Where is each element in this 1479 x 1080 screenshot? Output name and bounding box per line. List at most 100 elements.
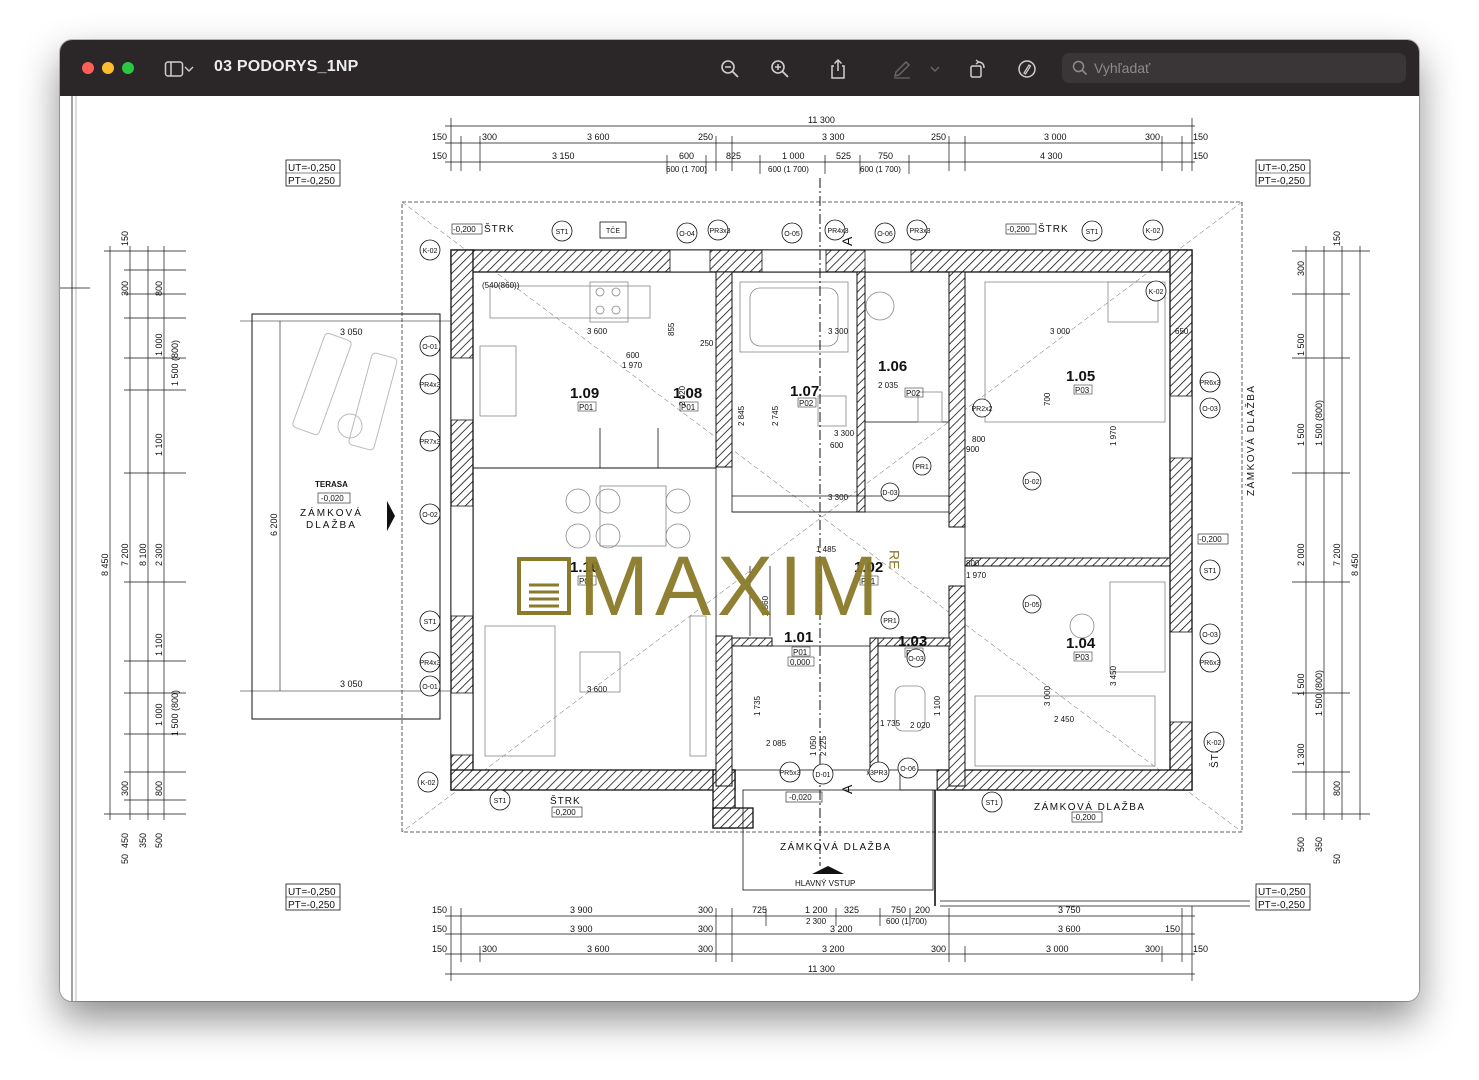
search-icon bbox=[1072, 60, 1088, 76]
svg-text:325: 325 bbox=[844, 905, 859, 915]
svg-text:O-02: O-02 bbox=[422, 512, 438, 519]
svg-text:150: 150 bbox=[1193, 132, 1208, 142]
svg-text:150: 150 bbox=[432, 905, 447, 915]
svg-text:ZÁMKOVÁ: ZÁMKOVÁ bbox=[300, 506, 363, 519]
maxim-logo-icon bbox=[517, 557, 571, 615]
svg-text:(540(860)): (540(860)) bbox=[482, 281, 520, 290]
close-window-button[interactable] bbox=[82, 62, 94, 74]
chevron-down-icon[interactable] bbox=[928, 56, 942, 82]
share-icon[interactable] bbox=[825, 56, 851, 82]
svg-text:600: 600 bbox=[679, 151, 694, 161]
svg-text:3 600: 3 600 bbox=[587, 685, 608, 694]
svg-text:150: 150 bbox=[1332, 231, 1342, 246]
zoom-window-button[interactable] bbox=[122, 62, 134, 74]
svg-text:2 450: 2 450 bbox=[1054, 715, 1075, 724]
svg-text:700: 700 bbox=[1043, 392, 1052, 406]
svg-text:1 100: 1 100 bbox=[154, 433, 164, 456]
svg-text:PR7x3: PR7x3 bbox=[419, 439, 440, 446]
svg-text:UT=-0,250: UT=-0,250 bbox=[288, 887, 336, 898]
svg-text:PR3x3: PR3x3 bbox=[909, 228, 930, 235]
svg-text:-0,200: -0,200 bbox=[453, 225, 476, 234]
svg-text:825: 825 bbox=[726, 151, 741, 161]
svg-text:350: 350 bbox=[1314, 837, 1324, 852]
svg-text:P01: P01 bbox=[793, 648, 808, 657]
svg-text:800: 800 bbox=[966, 559, 980, 568]
svg-text:PT=-0,250: PT=-0,250 bbox=[1258, 176, 1305, 187]
svg-text:O-04: O-04 bbox=[679, 231, 695, 238]
svg-text:2 845: 2 845 bbox=[737, 405, 746, 426]
bottom-dim-rows: 150 3 900 300 725 1 200 325 750 200 3 75… bbox=[432, 905, 1208, 974]
svg-text:1 735: 1 735 bbox=[753, 695, 762, 716]
svg-text:3 600: 3 600 bbox=[587, 132, 610, 142]
preview-window: 03 PODORYS_1NP Vyhľadať UT=-0,250 PT=-0,… bbox=[60, 40, 1419, 1001]
svg-text:-0,200: -0,200 bbox=[1073, 813, 1096, 822]
annotate-icon[interactable] bbox=[1014, 56, 1040, 82]
svg-text:O-03: O-03 bbox=[1202, 406, 1218, 413]
zoom-out-icon[interactable] bbox=[717, 56, 743, 82]
svg-text:O-06: O-06 bbox=[900, 766, 916, 773]
ut-pt-bottom-right: UT=-0,250 PT=-0,250 bbox=[1255, 883, 1311, 911]
svg-text:3 300: 3 300 bbox=[822, 132, 845, 142]
search-field[interactable]: Vyhľadať bbox=[1062, 53, 1406, 83]
svg-text:250: 250 bbox=[700, 339, 714, 348]
svg-text:K-02: K-02 bbox=[1207, 740, 1222, 747]
svg-text:300: 300 bbox=[698, 905, 713, 915]
svg-text:750: 750 bbox=[891, 905, 906, 915]
svg-text:ŠTRK: ŠTRK bbox=[484, 222, 515, 235]
svg-text:150: 150 bbox=[120, 231, 130, 246]
svg-text:2 020: 2 020 bbox=[910, 721, 931, 730]
svg-text:7 200: 7 200 bbox=[1332, 543, 1342, 566]
svg-text:3 300: 3 300 bbox=[828, 493, 849, 502]
minimize-window-button[interactable] bbox=[102, 62, 114, 74]
svg-text:3 900: 3 900 bbox=[570, 924, 593, 934]
svg-text:TČE: TČE bbox=[606, 226, 620, 235]
svg-text:1 100: 1 100 bbox=[933, 695, 942, 716]
svg-text:1.07: 1.07 bbox=[790, 383, 819, 400]
svg-text:1 970: 1 970 bbox=[1109, 425, 1118, 446]
svg-text:P03: P03 bbox=[1075, 386, 1090, 395]
svg-text:2 085: 2 085 bbox=[766, 739, 787, 748]
svg-text:ST1: ST1 bbox=[424, 619, 437, 626]
svg-text:1 735: 1 735 bbox=[880, 719, 901, 728]
svg-text:600: 600 bbox=[626, 351, 640, 360]
svg-text:O-05: O-05 bbox=[784, 231, 800, 238]
svg-text:500: 500 bbox=[154, 833, 164, 848]
furniture bbox=[479, 281, 1166, 767]
svg-text:2 745: 2 745 bbox=[771, 405, 780, 426]
svg-text:1.09: 1.09 bbox=[570, 385, 599, 402]
svg-text:3 050: 3 050 bbox=[340, 327, 363, 337]
svg-text:1.03: 1.03 bbox=[898, 633, 927, 650]
svg-text:3 000: 3 000 bbox=[1046, 944, 1069, 954]
svg-text:ST1: ST1 bbox=[1204, 568, 1217, 575]
svg-text:150: 150 bbox=[1193, 151, 1208, 161]
svg-text:300: 300 bbox=[482, 132, 497, 142]
svg-text:D-02: D-02 bbox=[1024, 479, 1039, 486]
svg-text:ŠTRK: ŠTRK bbox=[550, 794, 581, 807]
markup-pen-icon[interactable] bbox=[889, 56, 915, 82]
rotate-icon[interactable] bbox=[965, 56, 991, 82]
svg-text:PR6x3: PR6x3 bbox=[1199, 380, 1220, 387]
svg-text:3 000: 3 000 bbox=[1044, 132, 1067, 142]
svg-text:PR4x3: PR4x3 bbox=[827, 228, 848, 235]
chevron-down-icon[interactable] bbox=[182, 56, 196, 82]
svg-text:D-03: D-03 bbox=[882, 490, 897, 497]
zoom-in-icon[interactable] bbox=[767, 56, 793, 82]
svg-text:300: 300 bbox=[120, 281, 130, 296]
svg-text:D-01: D-01 bbox=[815, 772, 830, 779]
svg-text:50: 50 bbox=[120, 854, 130, 864]
svg-text:6 200: 6 200 bbox=[269, 513, 279, 536]
svg-text:3 600: 3 600 bbox=[587, 327, 608, 336]
svg-text:350: 350 bbox=[138, 833, 148, 848]
svg-text:HLAVNÝ VSTUP: HLAVNÝ VSTUP bbox=[795, 879, 855, 888]
svg-text:450: 450 bbox=[120, 833, 130, 848]
svg-text:300: 300 bbox=[1145, 944, 1160, 954]
svg-text:PT=-0,250: PT=-0,250 bbox=[288, 176, 335, 187]
search-placeholder: Vyhľadať bbox=[1094, 60, 1151, 76]
svg-text:1 500 (800): 1 500 (800) bbox=[1314, 670, 1324, 716]
svg-text:2 300: 2 300 bbox=[154, 543, 164, 566]
svg-text:PR3x3: PR3x3 bbox=[709, 228, 730, 235]
svg-text:3 200: 3 200 bbox=[822, 944, 845, 954]
svg-text:500: 500 bbox=[1296, 837, 1306, 852]
svg-text:3 000: 3 000 bbox=[1050, 327, 1071, 336]
svg-text:150: 150 bbox=[432, 944, 447, 954]
